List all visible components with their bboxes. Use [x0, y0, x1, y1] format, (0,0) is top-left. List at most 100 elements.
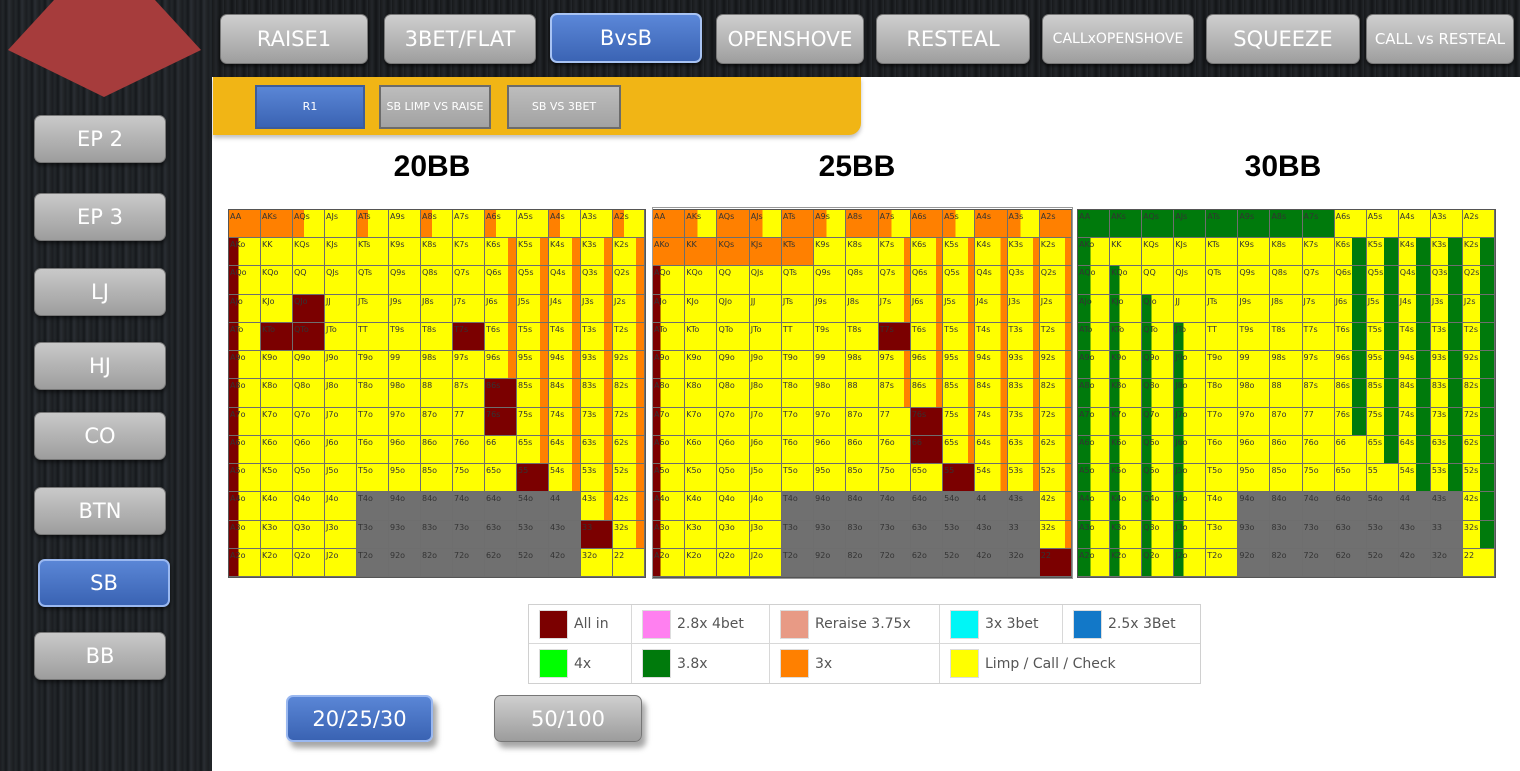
hand-cell: 33 — [1007, 520, 1040, 549]
tab-openshove[interactable]: OPENSHOVE — [716, 14, 864, 64]
tab-callxopenshove[interactable]: CALLxOPENSHOVE — [1042, 14, 1194, 64]
hand-cell: J7o — [325, 407, 357, 436]
hand-cell: 99 — [1238, 351, 1271, 380]
hand-cell: 54s — [549, 464, 581, 493]
hand-cell: 99 — [814, 351, 847, 380]
position-button-ep2[interactable]: EP 2 — [34, 115, 166, 163]
hand-cell: A5s — [943, 210, 976, 239]
hand-cell: K9s — [814, 238, 847, 267]
position-button-sb[interactable]: SB — [38, 559, 170, 607]
stack-group-20-25-30-button[interactable]: 20/25/30 — [286, 695, 433, 742]
hand-cell: 22 — [1462, 548, 1495, 577]
legend-item: Limp / Call / Check — [940, 644, 1200, 683]
legend-label: 3.8x — [677, 655, 708, 672]
swatch-reraise — [780, 609, 809, 639]
hand-cell: 85s — [943, 379, 976, 408]
hand-cell: AQs — [293, 210, 325, 239]
hand-cell: 52o — [517, 548, 549, 577]
hand-cell: AJs — [749, 210, 782, 239]
hand-cell: 43s — [1430, 492, 1463, 521]
hand-cell: JJ — [1174, 294, 1207, 323]
position-button-btn[interactable]: BTN — [34, 487, 166, 535]
hand-cell: K2s — [613, 238, 645, 267]
hand-cell: AJs — [325, 210, 357, 239]
hand-cell: 65o — [910, 464, 944, 493]
hand-cell: KK — [685, 238, 718, 267]
hand-cell: 94s — [975, 351, 1008, 380]
hand-cell: KTo — [261, 322, 293, 352]
subtab-sb-limp-vs-raise[interactable]: SB LIMP VS RAISE — [379, 85, 491, 129]
hand-cell: 98s — [846, 351, 879, 380]
legend-item: 3x — [770, 644, 940, 683]
hand-cell: QJs — [1174, 266, 1207, 295]
hand-cell: Q6s — [1334, 266, 1367, 295]
hand-cell: 76s — [910, 407, 944, 436]
hand-cell: 53s — [1007, 464, 1040, 493]
position-button-lj[interactable]: LJ — [34, 268, 166, 316]
swatch-limp — [950, 649, 979, 678]
hand-cell: KQs — [1142, 238, 1175, 267]
hand-cell: KTo — [685, 322, 718, 352]
position-button-bb[interactable]: BB — [34, 632, 166, 680]
hand-cell: K2s — [1039, 238, 1072, 267]
hand-cell: J5s — [1366, 294, 1399, 323]
hand-cell: K6o — [261, 435, 293, 465]
hand-cell: 33 — [1430, 520, 1463, 549]
hand-cell: 64s — [1398, 435, 1431, 465]
top-tab-bar: RAISE1 3BET/FLAT BvsB OPENSHOVE RESTEAL … — [212, 0, 1520, 77]
hand-cell: J9s — [814, 294, 847, 323]
hand-cell: 83s — [1430, 379, 1463, 408]
hand-cell: J7o — [1174, 407, 1207, 436]
hand-cell: Q7s — [878, 266, 911, 295]
hand-cell: 87o — [421, 407, 453, 436]
hand-cell: J9o — [749, 351, 782, 380]
hand-cell: AA — [1078, 210, 1111, 239]
hand-cell: A6o — [229, 435, 261, 465]
tab-resteal[interactable]: RESTEAL — [876, 14, 1030, 64]
hand-cell: KTs — [1206, 238, 1239, 267]
hand-cell: K4s — [1398, 238, 1431, 267]
hand-cell: T3s — [1007, 322, 1040, 352]
hand-cell: 75o — [878, 464, 911, 493]
hand-cell: 42s — [1462, 492, 1495, 521]
hand-cell: J5o — [749, 464, 782, 493]
hand-cell: 96o — [1238, 435, 1271, 465]
subtab-sb-vs-3bet[interactable]: SB VS 3BET — [507, 85, 621, 129]
stack-group-50-100-button[interactable]: 50/100 — [494, 695, 642, 742]
hand-cell: 63o — [485, 520, 517, 549]
hand-cell: J8o — [1174, 379, 1207, 408]
hand-cell: 84o — [1270, 492, 1303, 521]
hand-cell: A5o — [653, 464, 686, 493]
hand-cell: K5o — [261, 464, 293, 493]
hand-cell: 75s — [943, 407, 976, 436]
hand-cell: 64s — [975, 435, 1008, 465]
hand-cell: J8s — [846, 294, 879, 323]
hand-cell: A5s — [517, 210, 549, 239]
sub-tab-bar: R1 SB LIMP VS RAISE SB VS 3BET — [213, 77, 861, 135]
hand-cell: K6s — [910, 238, 944, 267]
hand-cell: Q9s — [814, 266, 847, 295]
hand-cell: 73o — [453, 520, 485, 549]
tab-squeeze[interactable]: SQUEEZE — [1206, 14, 1360, 64]
hand-cell: A5o — [229, 464, 261, 493]
hand-cell: 73s — [1007, 407, 1040, 436]
hand-cell: 43o — [975, 520, 1008, 549]
hand-cell: 64o — [1334, 492, 1367, 521]
tab-3bet-flat[interactable]: 3BET/FLAT — [384, 14, 536, 64]
hand-cell: A4s — [1398, 210, 1431, 239]
position-button-hj[interactable]: HJ — [34, 342, 166, 390]
hand-cell: Q9o — [293, 351, 325, 380]
hand-cell: A9s — [389, 210, 421, 239]
tab-bvsb[interactable]: BvsB — [550, 13, 702, 63]
hand-cell: 84s — [549, 379, 581, 408]
subtab-r1[interactable]: R1 — [255, 85, 365, 129]
hand-cell: Q2o — [717, 548, 750, 577]
hand-cell: K8o — [261, 379, 293, 408]
hand-cell: A8s — [846, 210, 879, 239]
position-button-ep3[interactable]: EP 3 — [34, 193, 166, 241]
tab-raise1[interactable]: RAISE1 — [220, 14, 368, 64]
position-button-co[interactable]: CO — [34, 412, 166, 460]
hand-cell: T2o — [1206, 548, 1239, 577]
tab-call-vs-resteal[interactable]: CALL vs RESTEAL — [1366, 14, 1514, 64]
hand-cell: 42s — [1039, 492, 1072, 521]
